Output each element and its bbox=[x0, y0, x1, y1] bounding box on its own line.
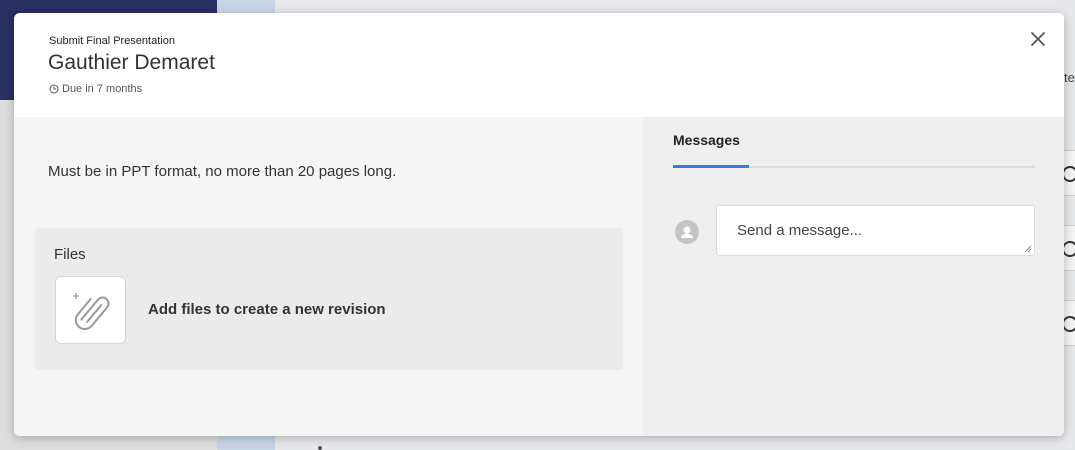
files-title: Files bbox=[54, 246, 86, 263]
task-description: Must be in PPT format, no more than 20 p… bbox=[48, 163, 397, 180]
clock-icon bbox=[49, 84, 59, 94]
add-files-label[interactable]: Add files to create a new revision bbox=[148, 301, 386, 318]
task-title: Submit Final Presentation bbox=[49, 35, 175, 47]
task-details-pane: Must be in PPT format, no more than 20 p… bbox=[14, 117, 643, 436]
assignee-name: Gauthier Demaret bbox=[48, 51, 215, 74]
add-file-button[interactable] bbox=[55, 276, 126, 344]
background-dot bbox=[318, 446, 322, 450]
modal-header: Submit Final Presentation Gauthier Demar… bbox=[14, 13, 1064, 117]
messages-pane: Messages bbox=[643, 117, 1064, 436]
user-avatar-icon bbox=[675, 220, 699, 244]
tab-messages[interactable]: Messages bbox=[673, 132, 740, 148]
close-icon[interactable] bbox=[1026, 27, 1050, 51]
due-date: Due in 7 months bbox=[49, 83, 142, 95]
background-peek-text: te bbox=[1064, 70, 1075, 85]
active-tab-indicator bbox=[673, 165, 749, 168]
files-section: Files Add files to create a new revision bbox=[35, 228, 623, 370]
task-modal: Submit Final Presentation Gauthier Demar… bbox=[14, 13, 1064, 436]
due-date-label: Due in 7 months bbox=[62, 83, 143, 95]
message-input[interactable] bbox=[716, 205, 1035, 256]
paperclip-plus-icon bbox=[73, 293, 110, 330]
